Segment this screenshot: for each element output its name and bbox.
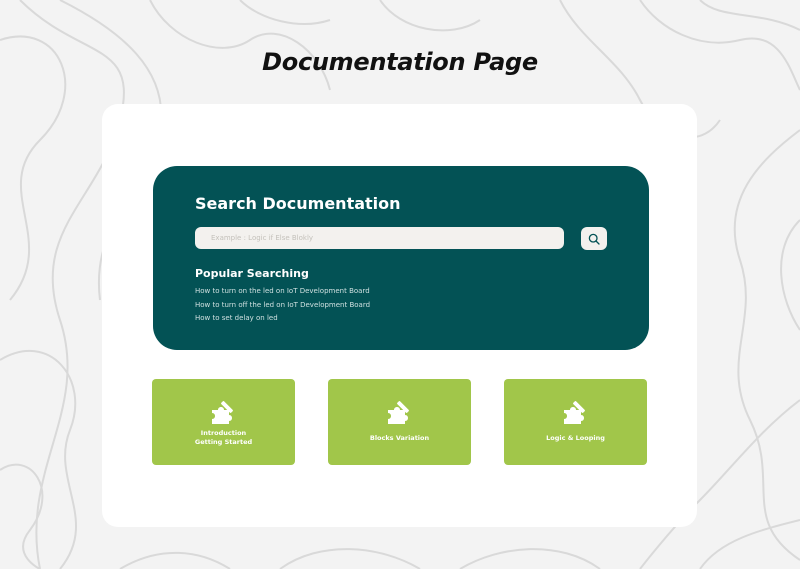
puzzle-edit-icon — [388, 401, 409, 424]
popular-item[interactable]: How to set delay on led — [195, 312, 370, 326]
card-label: Blocks Variation — [369, 434, 430, 442]
puzzle-edit-icon — [564, 401, 585, 424]
search-icon — [588, 233, 600, 245]
card-sublabel: Getting Started — [194, 438, 253, 446]
popular-item[interactable]: How to turn on the led on IoT Developmen… — [195, 285, 370, 299]
puzzle-edit-icon — [212, 401, 233, 424]
search-card: Search Documentation Popular Searching H… — [153, 166, 649, 350]
card-introduction-getting-started[interactable]: Introduction Getting Started — [152, 379, 295, 465]
popular-list: How to turn on the led on IoT Developmen… — [195, 285, 370, 326]
search-heading: Search Documentation — [195, 194, 401, 213]
card-logic-looping[interactable]: Logic & Looping — [504, 379, 647, 465]
documentation-panel: Search Documentation Popular Searching H… — [102, 104, 697, 527]
popular-item[interactable]: How to turn off the led on IoT Developme… — [195, 299, 370, 313]
search-button[interactable] — [581, 227, 607, 250]
card-label: Introduction — [200, 429, 247, 437]
popular-heading: Popular Searching — [195, 267, 309, 280]
card-label: Logic & Looping — [546, 434, 605, 442]
page-title: Documentation Page — [262, 48, 538, 76]
card-blocks-variation[interactable]: Blocks Variation — [328, 379, 471, 465]
search-input[interactable] — [195, 227, 564, 249]
